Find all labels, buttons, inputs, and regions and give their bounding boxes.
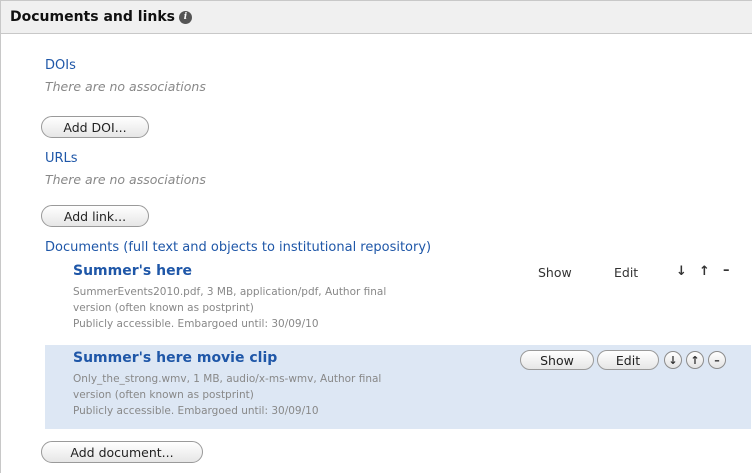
move-down-icon[interactable]: ↓ [664, 351, 682, 369]
document-meta-line: version (often known as postprint) [73, 389, 254, 401]
document-row-selected: Summer's here movie clip Only_the_strong… [45, 345, 751, 429]
document-meta-line: version (often known as postprint) [73, 302, 254, 314]
edit-link[interactable]: Edit [614, 265, 638, 280]
panel-title: Documents and links [10, 9, 175, 25]
document-title[interactable]: Summer's here [73, 263, 192, 279]
documents-and-links-panel: Documents and links i DOIs There are no … [0, 0, 752, 473]
edit-button[interactable]: Edit [597, 350, 659, 370]
move-up-icon[interactable]: ↑ [699, 264, 710, 279]
info-icon[interactable]: i [178, 10, 192, 24]
document-meta: SummerEvents2010.pdf, 3 MB, application/… [73, 284, 513, 332]
show-button[interactable]: Show [520, 350, 594, 370]
remove-icon[interactable]: – [723, 263, 730, 278]
add-doi-button[interactable]: Add DOI... [41, 116, 149, 138]
document-meta-line: SummerEvents2010.pdf, 3 MB, application/… [73, 286, 387, 298]
document-meta-line: Publicly accessible. Embargoed until: 30… [73, 318, 319, 330]
document-meta-line: Only_the_strong.wmv, 1 MB, audio/x-ms-wm… [73, 373, 382, 385]
documents-section-label: Documents (full text and objects to inst… [45, 240, 432, 255]
move-up-icon[interactable]: ↑ [686, 351, 704, 369]
dois-section-label: DOIs [45, 58, 76, 73]
urls-section-label: URLs [45, 151, 78, 166]
panel-header: Documents and links i [1, 1, 752, 34]
document-title[interactable]: Summer's here movie clip [73, 350, 277, 366]
dois-empty-text: There are no associations [45, 79, 206, 94]
remove-icon[interactable]: – [708, 351, 726, 369]
document-row: Summer's here SummerEvents2010.pdf, 3 MB… [45, 259, 751, 343]
add-link-button[interactable]: Add link... [41, 205, 149, 227]
show-link[interactable]: Show [538, 265, 572, 280]
urls-empty-text: There are no associations [45, 172, 206, 187]
move-down-icon[interactable]: ↓ [676, 264, 687, 279]
document-meta: Only_the_strong.wmv, 1 MB, audio/x-ms-wm… [73, 371, 513, 419]
add-document-button[interactable]: Add document... [41, 441, 203, 463]
document-meta-line: Publicly accessible. Embargoed until: 30… [73, 405, 319, 417]
